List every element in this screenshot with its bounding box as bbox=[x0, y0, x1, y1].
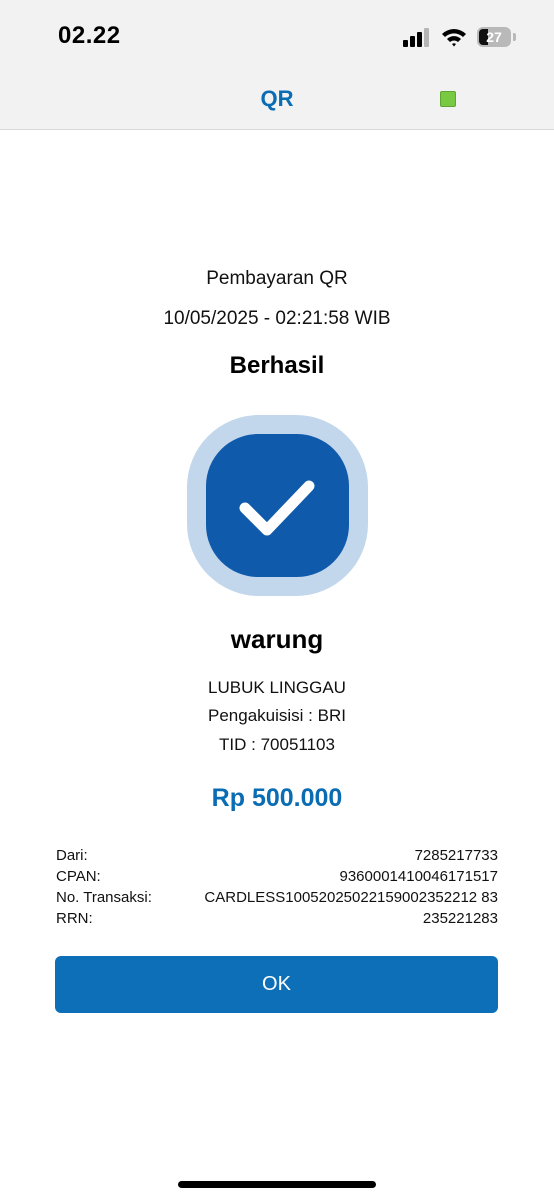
payment-amount: Rp 500.000 bbox=[211, 784, 343, 812]
merchant-city: LUBUK LINGGAU bbox=[208, 678, 346, 697]
page-title: QR bbox=[260, 86, 294, 111]
transaction-type: Pembayaran QR bbox=[206, 268, 348, 289]
battery-icon: 27 bbox=[477, 27, 511, 47]
transaction-details: Dari: 7285217733 CPAN: 93600014100461715… bbox=[56, 845, 498, 929]
status-time: 02.22 bbox=[58, 22, 121, 49]
detail-label: Dari: bbox=[56, 847, 88, 864]
ok-button[interactable]: OK bbox=[55, 956, 498, 1013]
status-icons: 27 bbox=[403, 25, 516, 49]
detail-row-rrn: RRN: 235221283 bbox=[56, 908, 498, 929]
detail-row-dari: Dari: 7285217733 bbox=[56, 845, 498, 866]
transaction-status: Berhasil bbox=[229, 352, 325, 379]
home-indicator[interactable] bbox=[178, 1181, 376, 1188]
detail-value: 7285217733 bbox=[414, 847, 498, 864]
status-bar: 02.22 27 bbox=[0, 0, 554, 70]
detail-label: No. Transaksi: bbox=[56, 889, 152, 906]
detail-value: 235221283 bbox=[422, 910, 498, 927]
detail-row-no-transaksi: No. Transaksi: CARDLESS10052025022159002… bbox=[56, 887, 498, 908]
signal-icon bbox=[403, 28, 429, 47]
detail-value: 9360001410046171517 bbox=[339, 868, 498, 885]
detail-row-cpan: CPAN: 9360001410046171517 bbox=[56, 866, 498, 887]
wifi-icon bbox=[442, 29, 466, 47]
detail-label: RRN: bbox=[56, 910, 93, 927]
battery-cap bbox=[513, 33, 516, 41]
detail-value: CARDLESS10052025022159002352212 83 bbox=[204, 889, 498, 906]
transaction-datetime: 10/05/2025 - 02:21:58 WIB bbox=[163, 308, 391, 329]
merchant-name: warung bbox=[230, 624, 324, 654]
checkmark-icon bbox=[187, 415, 368, 596]
nav-bar: QR bbox=[0, 70, 554, 130]
battery-level: 27 bbox=[486, 29, 502, 45]
status-indicator bbox=[440, 91, 456, 107]
merchant-tid: TID : 70051103 bbox=[219, 735, 335, 754]
merchant-acquirer: Pengakuisisi : BRI bbox=[208, 706, 346, 725]
detail-label: CPAN: bbox=[56, 868, 101, 885]
